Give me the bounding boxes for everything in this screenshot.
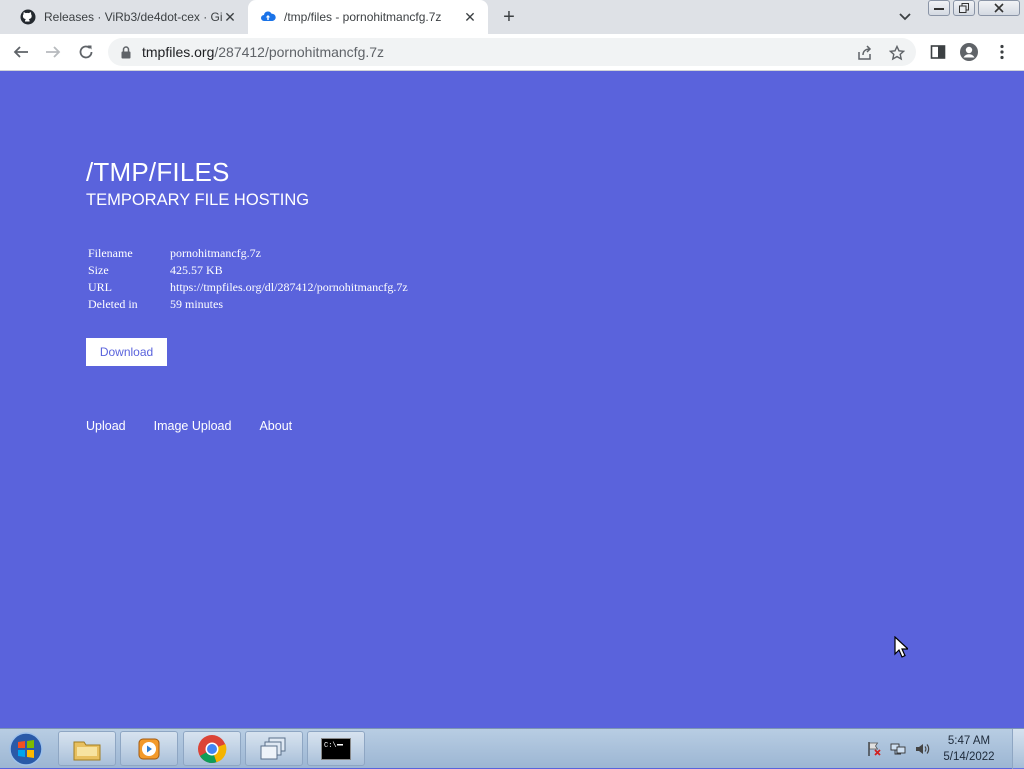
- info-label: URL: [88, 280, 112, 294]
- file-info-row: URL https://tmpfiles.org/dl/287412/porno…: [88, 279, 408, 296]
- close-tab-icon[interactable]: ✕: [462, 9, 478, 25]
- start-button[interactable]: [4, 731, 48, 767]
- more-menu-icon[interactable]: [992, 42, 1012, 62]
- mouse-cursor-icon: [894, 636, 908, 658]
- network-icon[interactable]: [890, 741, 906, 757]
- page-subtitle: TEMPORARY FILE HOSTING: [86, 191, 310, 209]
- info-label: Size: [88, 263, 109, 277]
- side-panel-icon[interactable]: [928, 42, 948, 62]
- address-bar[interactable]: tmpfiles.org/287412/pornohitmancfg.7z: [108, 38, 916, 66]
- url-text: tmpfiles.org/287412/pornohitmancfg.7z: [142, 44, 384, 60]
- taskbar: C:\ 5:47 AM 5/14/2022: [0, 728, 1024, 769]
- file-info-table: Filename pornohitmancfg.7z Size 425.57 K…: [88, 245, 408, 313]
- footer-nav: Upload Image Upload About: [86, 419, 320, 433]
- info-label: Filename: [88, 246, 133, 260]
- browser-tab-strip: Releases · ViRb3/de4dot-cex · GitHub ✕ /…: [0, 0, 1024, 34]
- show-desktop-button[interactable]: [1012, 729, 1024, 769]
- reload-icon[interactable]: [76, 42, 96, 62]
- cloud-upload-icon: [260, 9, 276, 25]
- url-host: tmpfiles.org: [142, 44, 215, 60]
- about-link[interactable]: About: [259, 419, 292, 433]
- upload-link[interactable]: Upload: [86, 419, 126, 433]
- file-info-row: Filename pornohitmancfg.7z: [88, 245, 408, 262]
- folder-icon: [73, 741, 101, 760]
- info-value: 425.57 KB: [170, 263, 223, 277]
- tab-title: Releases · ViRb3/de4dot-cex · GitHub: [44, 10, 222, 24]
- command-prompt-icon: C:\: [321, 737, 351, 760]
- svg-text:C:\: C:\: [324, 742, 337, 750]
- new-tab-button[interactable]: +: [498, 6, 520, 28]
- back-arrow-icon[interactable]: [11, 42, 31, 62]
- taskbar-command-prompt[interactable]: C:\: [307, 731, 365, 766]
- taskbar-window-switcher[interactable]: [245, 731, 303, 766]
- chrome-icon: [198, 734, 227, 763]
- url-path: /287412/pornohitmancfg.7z: [214, 44, 385, 60]
- volume-icon[interactable]: [914, 741, 930, 757]
- taskbar-media-player[interactable]: [120, 731, 178, 766]
- file-info-row: Deleted in 59 minutes: [88, 296, 408, 313]
- tab-github-releases[interactable]: Releases · ViRb3/de4dot-cex · GitHub ✕: [8, 0, 248, 34]
- tab-tmpfiles[interactable]: /tmp/files - pornohitmancfg.7z ✕: [248, 0, 488, 34]
- file-info-row: Size 425.57 KB: [88, 262, 408, 279]
- info-label: Deleted in: [88, 297, 138, 311]
- action-center-flag-icon[interactable]: [866, 741, 882, 757]
- taskbar-chrome[interactable]: [183, 731, 241, 766]
- download-button[interactable]: Download: [86, 338, 167, 366]
- info-value: 59 minutes: [170, 297, 223, 311]
- image-upload-link[interactable]: Image Upload: [154, 419, 232, 433]
- media-player-icon: [138, 738, 160, 759]
- taskbar-clock[interactable]: 5:47 AM 5/14/2022: [938, 733, 1000, 765]
- taskbar-file-explorer[interactable]: [58, 731, 116, 766]
- forward-arrow-icon[interactable]: [43, 42, 63, 62]
- lock-icon[interactable]: [120, 45, 132, 59]
- tab-search-chevron-icon[interactable]: [896, 8, 914, 26]
- tab-title: /tmp/files - pornohitmancfg.7z: [284, 10, 442, 24]
- page-title: /TMP/FILES: [86, 157, 230, 187]
- minimize-button[interactable]: [928, 0, 950, 16]
- switch-windows-icon: [260, 737, 286, 759]
- info-value[interactable]: https://tmpfiles.org/dl/287412/pornohitm…: [170, 280, 408, 295]
- bookmark-star-icon[interactable]: [888, 44, 906, 62]
- restore-button[interactable]: [953, 0, 975, 16]
- github-icon: [20, 9, 36, 25]
- system-tray: 5:47 AM 5/14/2022: [866, 729, 1024, 769]
- close-window-button[interactable]: [978, 0, 1020, 16]
- page-content: /TMP/FILES TEMPORARY FILE HOSTING Filena…: [0, 71, 1024, 728]
- info-value: pornohitmancfg.7z: [170, 246, 261, 260]
- profile-avatar-icon[interactable]: [959, 42, 979, 62]
- browser-toolbar: tmpfiles.org/287412/pornohitmancfg.7z: [0, 34, 1024, 71]
- clock-time: 5:47 AM: [947, 735, 991, 747]
- window-controls: [928, 0, 1023, 18]
- close-tab-icon[interactable]: ✕: [222, 9, 238, 25]
- clock-date: 5/14/2022: [943, 751, 995, 763]
- share-icon[interactable]: [856, 44, 874, 62]
